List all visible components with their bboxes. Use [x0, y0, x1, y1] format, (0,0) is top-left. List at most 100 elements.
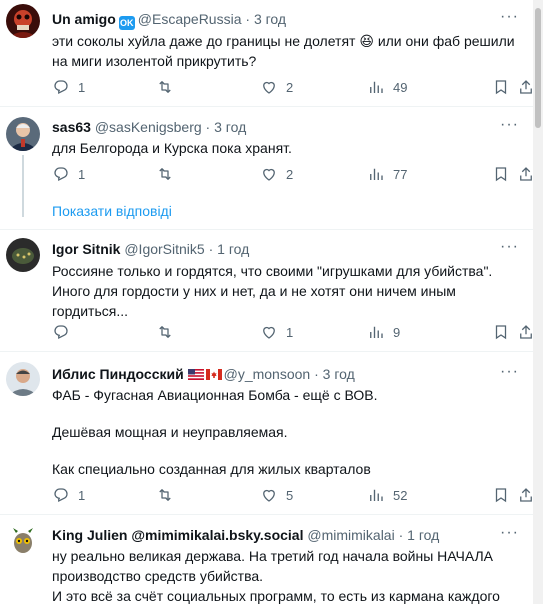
views-icon: [370, 168, 383, 180]
reply-button[interactable]: [52, 322, 78, 342]
views-count: 49: [393, 79, 408, 95]
like-button[interactable]: 2: [260, 164, 293, 184]
reply-button[interactable]: 1: [52, 77, 85, 97]
action-bar: 1 2 49: [52, 77, 532, 97]
retweet-icon: [159, 81, 171, 93]
text-line: ФАБ - Фугасная Авиационная Бомба - ещё с…: [52, 387, 378, 403]
like-count: 1: [286, 324, 294, 340]
retweet-button[interactable]: [156, 164, 182, 184]
text-line: [52, 442, 522, 459]
timestamp[interactable]: 3 год: [323, 366, 355, 382]
user-handle[interactable]: @y_monsoon: [224, 366, 311, 382]
retweet-button[interactable]: [156, 77, 182, 97]
user-handle[interactable]: @IgorSitnik5: [124, 241, 204, 257]
avatar[interactable]: [6, 117, 40, 151]
display-name[interactable]: Иблис Пиндосский: [52, 366, 184, 382]
ok-badge-icon: OK: [118, 16, 135, 30]
reply-icon: [54, 167, 68, 182]
scrollbar[interactable]: [533, 0, 543, 604]
tweet-header: Igor Sitnik @IgorSitnik5 · 1 год: [52, 240, 249, 258]
heart-icon: [263, 168, 275, 181]
like-button[interactable]: 2: [260, 77, 293, 97]
retweet-button[interactable]: [156, 485, 182, 505]
more-options-icon[interactable]: ···: [500, 238, 519, 256]
us-flag-icon: [187, 369, 204, 380]
tweet[interactable]: sas63 @sasKenigsberg · 3 год ··· для Бел…: [0, 107, 533, 234]
retweet-icon: [159, 168, 171, 180]
more-options-icon[interactable]: ···: [500, 116, 519, 134]
scrollbar-thumb[interactable]: [535, 8, 541, 128]
text-line: на миги изолентой прикрутить?: [52, 53, 257, 69]
bookmark-button[interactable]: [492, 164, 518, 184]
retweet-icon: [159, 489, 171, 501]
text-line: Как специально созданная для жилых кварт…: [52, 461, 371, 477]
timestamp[interactable]: 3 год: [254, 11, 286, 27]
heart-icon: [263, 81, 275, 94]
retweet-icon: [159, 326, 171, 338]
views-button[interactable]: 49: [367, 77, 407, 97]
views-count: 52: [393, 487, 408, 503]
display-name[interactable]: sas63: [52, 119, 91, 135]
tweet[interactable]: King Julien @mimimikalai.bsky.social @mi…: [0, 515, 533, 604]
bookmark-button[interactable]: [492, 322, 518, 342]
bookmark-icon: [495, 167, 507, 182]
timestamp[interactable]: 1 год: [407, 527, 439, 543]
bookmark-button[interactable]: [492, 77, 518, 97]
separator-dot: ·: [398, 527, 404, 543]
timestamp[interactable]: 3 год: [214, 119, 246, 135]
tweet[interactable]: Un amigo OK @EscapeRussia · 3 год ··· эти …: [0, 0, 533, 106]
tweet-text: ну реально великая держава. На третий го…: [52, 546, 522, 606]
retweet-button[interactable]: [156, 322, 182, 342]
more-options-icon[interactable]: ···: [500, 363, 519, 381]
display-name[interactable]: King Julien @mimimikalai.bsky.social: [52, 527, 303, 543]
views-count: 77: [393, 166, 408, 182]
tweet-header: Un amigo OK @EscapeRussia · 3 год: [52, 10, 286, 30]
bookmark-icon: [495, 488, 507, 503]
reply-count: 1: [78, 79, 86, 95]
reply-icon: [54, 80, 68, 95]
reply-button[interactable]: 1: [52, 485, 85, 505]
user-handle[interactable]: @sasKenigsberg: [95, 119, 202, 135]
separator-dot: ·: [245, 11, 251, 27]
more-options-icon[interactable]: ···: [500, 8, 519, 26]
views-button[interactable]: 52: [367, 485, 407, 505]
tweet-text: ФАБ - Фугасная Авиационная Бомба - ещё с…: [52, 385, 522, 479]
reply-button[interactable]: 1: [52, 164, 85, 184]
views-icon: [370, 326, 383, 338]
avatar[interactable]: [6, 4, 40, 38]
user-handle[interactable]: @mimimikalai: [307, 527, 394, 543]
like-button[interactable]: 1: [260, 322, 293, 342]
action-bar: 1 9: [52, 322, 532, 342]
avatar[interactable]: [6, 238, 40, 272]
more-options-icon[interactable]: ···: [500, 524, 519, 542]
tweet-text: для Белгорода и Курска пока хранят.: [52, 138, 522, 158]
avatar[interactable]: [6, 362, 40, 396]
text-line: Дешёвая мощная и неуправляемая.: [52, 424, 288, 440]
views-icon: [370, 81, 383, 93]
views-button[interactable]: 9: [367, 322, 400, 342]
show-replies-link[interactable]: Показати відповіді: [52, 203, 172, 219]
text-line: производство средств убийства.: [52, 568, 264, 584]
like-count: 2: [286, 166, 294, 182]
reply-count: 1: [78, 487, 86, 503]
user-handle[interactable]: @EscapeRussia: [138, 11, 242, 27]
bookmark-button[interactable]: [492, 485, 518, 505]
action-bar: 1 5 52: [52, 485, 532, 505]
tweet[interactable]: Igor Sitnik @IgorSitnik5 · 1 год ··· Рос…: [0, 230, 533, 350]
tweet-header: Иблис Пиндосский @y_monsoon · 3 год: [52, 365, 355, 383]
timestamp[interactable]: 1 год: [217, 241, 249, 257]
tweet-text: Россияне только и гордятся, что своими "…: [52, 261, 522, 321]
text-line: И это всё за счёт социальных программ, т…: [52, 588, 500, 604]
reply-icon: [54, 488, 68, 503]
like-button[interactable]: 5: [260, 485, 293, 505]
separator-dot: ·: [314, 366, 319, 382]
tweet[interactable]: Иблис Пиндосский @y_monsoon · 3 год ··· …: [0, 352, 533, 513]
text-line: Россияне только и гордятся, что своими "…: [52, 263, 493, 279]
display-name[interactable]: Un amigo: [52, 11, 116, 27]
display-name[interactable]: Igor Sitnik: [52, 241, 120, 257]
thread-line: [22, 155, 24, 217]
text-line: ну реально великая держава. На третий го…: [52, 548, 494, 564]
separator-dot: ·: [208, 241, 214, 257]
avatar[interactable]: [6, 525, 40, 559]
views-button[interactable]: 77: [367, 164, 407, 184]
